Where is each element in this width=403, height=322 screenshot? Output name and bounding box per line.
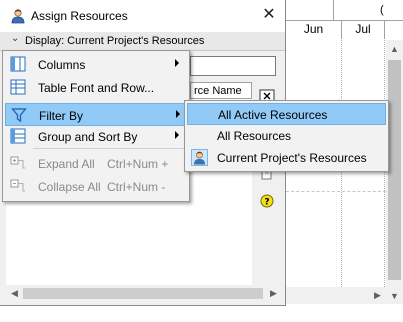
gantt-horizontal-scrollbar[interactable]: ▶ [286,287,386,304]
submenu-item-all-active-resources[interactable]: All Active Resources [187,103,386,125]
columns-icon [10,56,26,72]
gantt-timescale-top-label: ( [380,4,384,16]
menu-item-label: Collapse All [38,180,101,194]
expand-all-icon [10,156,25,169]
submenu-arrow-icon [175,131,179,139]
menu-item-label: Filter By [39,109,84,123]
submenu-item-label: All Active Resources [218,108,328,122]
menu-item-label: Expand All [38,157,95,171]
submenu-item-label: Current Project's Resources [217,151,367,165]
bottom-strip [0,304,403,322]
menu-item-group-sort[interactable]: Group and Sort By [5,125,187,148]
chevron-down-icon[interactable]: ⌄ [11,33,19,44]
menu-item-filter-by[interactable]: Filter By [5,103,187,126]
menu-item-label: Columns [38,58,86,72]
gantt-month-jul: Jul [342,20,385,39]
dialog-titlebar[interactable]: Assign Resources ✕ [0,0,285,32]
filter-by-submenu: All Active Resources All Resources Curre… [184,100,389,172]
dialog-title: Assign Resources [31,9,128,23]
menu-item-columns[interactable]: Columns [5,53,187,76]
context-menu: Columns Table Font and Row... Filter By … [2,50,190,202]
scroll-down-arrow-icon[interactable]: ▼ [386,287,403,304]
menu-separator [33,148,185,149]
menu-item-table-font[interactable]: Table Font and Row... [5,76,187,99]
gantt-month-jun: Jun [286,20,342,39]
svg-text:?: ? [264,198,269,208]
menu-item-label: Group and Sort By [38,130,138,144]
gantt-vertical-scrollbar[interactable]: ▲ ▼ [386,40,403,304]
filter-icon [11,108,27,123]
collapse-all-icon [10,179,25,192]
gantt-divider [333,0,334,20]
scroll-thumb[interactable] [23,288,263,299]
resource-person-icon [191,149,208,166]
scroll-thumb[interactable] [388,60,401,280]
submenu-item-label: All Resources [217,129,292,143]
close-button[interactable]: ✕ [258,5,280,25]
menu-item-expand-all[interactable]: Expand All Ctrl+Num + [5,152,187,175]
display-filter-bar[interactable]: ⌄ Display: Current Project's Resources [0,32,285,51]
help-icon[interactable]: ? [258,192,276,210]
submenu-arrow-icon [176,110,180,118]
assign-resources-icon [11,9,25,24]
display-filter-label[interactable]: Display: Current Project's Resources [25,35,204,47]
scroll-right-arrow-icon[interactable]: ▶ [265,285,282,302]
menu-item-accelerator: Ctrl+Num + [107,157,169,171]
resource-grid-horizontal-scrollbar[interactable]: ◀ ▶ [6,285,282,302]
scroll-left-arrow-icon[interactable]: ◀ [6,285,23,302]
submenu-arrow-icon [175,59,179,67]
gantt-timescale-top-row [286,0,403,21]
scroll-up-arrow-icon[interactable]: ▲ [386,40,403,57]
menu-item-collapse-all[interactable]: Collapse All Ctrl+Num - [5,175,187,198]
scroll-right-arrow-icon[interactable]: ▶ [369,287,386,304]
submenu-item-current-project-resources[interactable]: Current Project's Resources [187,147,386,169]
group-sort-icon [10,128,26,144]
menu-item-accelerator: Ctrl+Num - [107,180,166,194]
resource-search-input[interactable] [190,56,276,76]
menu-item-label: Table Font and Row... [38,81,155,95]
gantt-row-divider [286,191,386,192]
table-font-icon [10,79,26,95]
resource-name-column-header[interactable]: rce Name [190,82,252,99]
submenu-item-all-resources[interactable]: All Resources [187,125,386,147]
